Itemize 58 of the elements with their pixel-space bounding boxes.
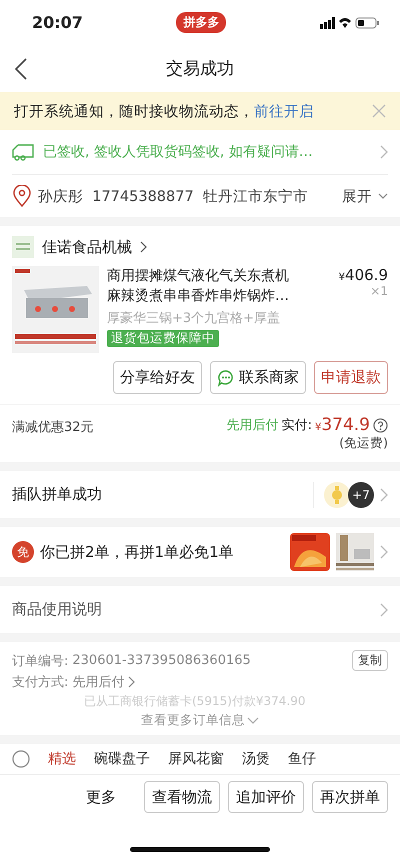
chevron-right-icon — [128, 676, 136, 688]
shop-name[interactable]: 佳诺食品机械 — [42, 238, 132, 256]
chevron-right-icon — [380, 545, 388, 559]
status-time: 20:07 — [32, 13, 83, 32]
page-title: 交易成功 — [166, 58, 234, 80]
category-tab[interactable]: 鱼仔 — [288, 750, 316, 768]
order-action-button[interactable]: 查看物流 — [144, 781, 220, 813]
help-icon[interactable] — [373, 418, 388, 432]
more-menu[interactable]: 更多 — [86, 788, 116, 806]
refund-button[interactable]: 申请退款 — [314, 361, 388, 394]
usage-guide-text: 商品使用说明 — [12, 600, 103, 619]
group-success-text: 插队拼单成功 — [12, 485, 103, 504]
contact-button[interactable]: 联系商家 — [210, 361, 306, 394]
chevron-down-icon — [378, 192, 388, 200]
notice-text: 打开系统通知，随时接收物流动态，前往开启 — [14, 102, 314, 120]
location-pin-icon — [12, 185, 32, 207]
chevron-down-icon — [247, 716, 259, 724]
category-tab[interactable]: 屏风花窗 — [168, 750, 224, 768]
order-action-button[interactable]: 再次拼单 — [312, 781, 388, 813]
free-order-text: 你已拼2单，再拼1单必免1单 — [40, 542, 235, 562]
chevron-right-icon — [380, 488, 388, 502]
discount-text: 满减优惠32元 — [12, 419, 94, 436]
product-spec: 厚豪华三锅+3个九宫格+厚盖 — [107, 310, 282, 327]
order-action-button[interactable]: 追加评价 — [228, 781, 304, 813]
paid-label: 实付: — [282, 417, 312, 434]
chevron-right-icon — [380, 602, 388, 616]
copy-button[interactable]: 复制 — [352, 650, 388, 671]
free-badge: 免 — [12, 541, 34, 563]
category-tab[interactable]: 汤煲 — [242, 750, 270, 768]
payment-method-label: 支付方式: — [12, 674, 68, 691]
expand-link[interactable]: 展开 — [342, 186, 372, 206]
app-badge: 拼多多 — [176, 12, 226, 33]
truck-icon — [12, 142, 34, 162]
order-number: 230601-337395086360165 — [72, 653, 251, 668]
back-icon[interactable] — [14, 57, 28, 81]
chevron-right-icon — [380, 145, 388, 159]
usage-guide-row[interactable]: 商品使用说明 — [0, 586, 400, 633]
product-price: ¥406.9 — [338, 266, 388, 284]
chevron-right-icon — [140, 241, 147, 253]
free-order-row[interactable]: 免 你已拼2单，再拼1单必免1单 — [0, 527, 400, 577]
product-title[interactable]: 麻辣烫煮串串香炸串炸锅炸… — [107, 286, 324, 306]
category-tab[interactable]: 精选 — [48, 750, 76, 768]
share-button[interactable]: 分享给好友 — [113, 361, 202, 394]
shipping-note: (免运费) — [339, 435, 388, 452]
address-text: 孙庆彤 17745388877 牡丹江市东宁市 — [38, 188, 308, 206]
payment-method[interactable]: 先用后付 — [72, 673, 124, 691]
status-icons — [320, 16, 380, 30]
order-number-label: 订单编号: — [12, 652, 68, 670]
pay-later-label: 先用后付 — [226, 417, 279, 434]
quantity: ×1 — [370, 284, 388, 298]
category-tab[interactable]: 碗碟盘子 — [94, 750, 150, 768]
group-order-row[interactable]: 插队拼单成功 +7 — [0, 471, 400, 518]
circle-icon — [12, 750, 30, 768]
enable-link[interactable]: 前往开启 — [254, 104, 314, 120]
paid-amount: ¥374.9 — [314, 415, 370, 435]
chat-icon — [217, 368, 235, 386]
member-count: +7 — [348, 482, 374, 508]
product-title[interactable]: 商用摆摊煤气液化气关东煮机 — [107, 266, 324, 286]
